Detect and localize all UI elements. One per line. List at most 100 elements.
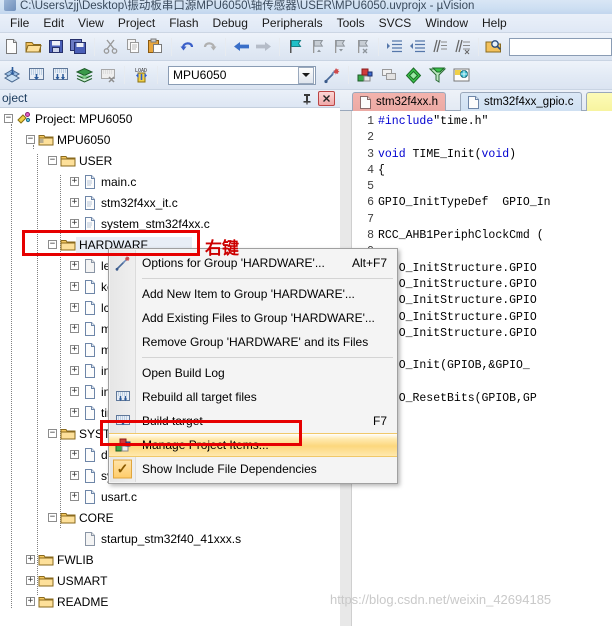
navigate-back-icon[interactable] bbox=[231, 36, 252, 58]
indent-right-icon[interactable] bbox=[384, 36, 405, 58]
save-icon[interactable] bbox=[46, 36, 67, 58]
expander-icon[interactable]: + bbox=[70, 303, 79, 312]
stop-build-icon[interactable] bbox=[97, 64, 119, 86]
tree-item-file-main-c[interactable]: + main.c bbox=[0, 171, 340, 192]
batch-build-icon[interactable] bbox=[73, 64, 95, 86]
bookmark-prev-icon[interactable] bbox=[308, 36, 329, 58]
expander-icon[interactable]: + bbox=[70, 177, 79, 186]
expander-icon[interactable]: − bbox=[48, 156, 57, 165]
copy-icon[interactable] bbox=[123, 36, 144, 58]
code-content[interactable]: #include"time.h" void TIME_Init(void){ G… bbox=[378, 114, 551, 456]
rebuild-icon bbox=[114, 388, 132, 406]
expander-icon[interactable]: + bbox=[70, 345, 79, 354]
save-all-icon[interactable] bbox=[69, 36, 90, 58]
folder-icon bbox=[38, 573, 54, 589]
expander-icon[interactable]: + bbox=[70, 198, 79, 207]
expander-icon[interactable]: + bbox=[26, 576, 35, 585]
menu-tools[interactable]: Tools bbox=[330, 14, 372, 32]
menu-debug[interactable]: Debug bbox=[206, 14, 255, 32]
uncomment-icon[interactable] bbox=[452, 36, 473, 58]
menu-window[interactable]: Window bbox=[418, 14, 475, 32]
context-menu[interactable]: Options for Group 'HARDWARE'... Alt+F7 A… bbox=[108, 248, 398, 484]
target-select[interactable]: MPU6050 bbox=[168, 65, 316, 85]
menu-file[interactable]: File bbox=[3, 14, 36, 32]
expander-icon[interactable]: + bbox=[70, 408, 79, 417]
indent-left-icon[interactable] bbox=[407, 36, 428, 58]
expander-icon[interactable]: − bbox=[48, 513, 57, 522]
tab-overflow[interactable] bbox=[586, 92, 612, 111]
navigate-forward-icon[interactable] bbox=[254, 36, 275, 58]
menuitem-options-for-group[interactable]: Options for Group 'HARDWARE'... Alt+F7 bbox=[109, 251, 397, 275]
expander-icon[interactable]: − bbox=[4, 114, 13, 123]
expander-icon[interactable]: − bbox=[48, 240, 57, 249]
find-in-files-icon[interactable] bbox=[484, 36, 505, 58]
configure-packs-icon[interactable] bbox=[450, 64, 472, 86]
expander-icon[interactable]: + bbox=[70, 324, 79, 333]
expander-icon[interactable]: + bbox=[70, 471, 79, 480]
tree-item-group-readme[interactable]: + README bbox=[0, 591, 340, 612]
expander-icon[interactable]: + bbox=[70, 261, 79, 270]
find-input[interactable] bbox=[509, 37, 612, 56]
pack-installer-icon[interactable] bbox=[402, 64, 424, 86]
menuitem-add-existing-files[interactable]: Add Existing Files to Group 'HARDWARE'..… bbox=[109, 306, 397, 330]
menu-project[interactable]: Project bbox=[111, 14, 162, 32]
pack-filter-icon[interactable] bbox=[426, 64, 448, 86]
expander-icon[interactable]: − bbox=[48, 429, 57, 438]
menu-edit[interactable]: Edit bbox=[36, 14, 71, 32]
comment-icon[interactable] bbox=[430, 36, 451, 58]
build-icon[interactable] bbox=[25, 64, 47, 86]
download-icon[interactable]: LOAD bbox=[130, 64, 152, 86]
tree-item-group-usmart[interactable]: + USMART bbox=[0, 570, 340, 591]
menu-peripherals[interactable]: Peripherals bbox=[255, 14, 330, 32]
expander-icon[interactable]: − bbox=[26, 135, 35, 144]
menu-help[interactable]: Help bbox=[475, 14, 514, 32]
expander-icon[interactable]: + bbox=[26, 555, 35, 564]
rebuild-icon[interactable] bbox=[49, 64, 71, 86]
menuitem-build-target[interactable]: Build target F7 bbox=[109, 409, 397, 433]
checkbox-checked-icon[interactable]: ✓ bbox=[113, 459, 132, 479]
tree-item-file-usart-c[interactable]: + usart.c bbox=[0, 486, 340, 507]
chevron-down-icon[interactable] bbox=[298, 66, 314, 84]
tree-item-file-system-stm32f4xx-c[interactable]: + system_stm32f4xx.c bbox=[0, 213, 340, 234]
tree-item-project-root[interactable]: − Project: MPU6050 bbox=[0, 108, 340, 129]
manage-multi-project-icon[interactable] bbox=[378, 64, 400, 86]
menuitem-show-include-file-dependencies[interactable]: ✓ Show Include File Dependencies bbox=[109, 457, 397, 481]
undo-icon[interactable] bbox=[177, 36, 198, 58]
tree-item-target-mpu6050[interactable]: − MPU6050 bbox=[0, 129, 340, 150]
expander-icon[interactable]: + bbox=[70, 282, 79, 291]
paste-icon[interactable] bbox=[145, 36, 166, 58]
cut-icon[interactable] bbox=[100, 36, 121, 58]
menu-svcs[interactable]: SVCS bbox=[372, 14, 419, 32]
menuitem-open-build-log[interactable]: Open Build Log bbox=[109, 361, 397, 385]
menu-flash[interactable]: Flash bbox=[162, 14, 205, 32]
tree-item-file-stm32f4xx-it-c[interactable]: + stm32f4xx_it.c bbox=[0, 192, 340, 213]
tree-item-group-core[interactable]: − CORE bbox=[0, 507, 340, 528]
menu-view[interactable]: View bbox=[71, 14, 111, 32]
expander-icon[interactable]: + bbox=[70, 450, 79, 459]
menuitem-manage-project-items[interactable]: Manage Project Items... bbox=[109, 433, 397, 457]
expander-icon[interactable]: + bbox=[70, 219, 79, 228]
tree-item-group-user[interactable]: − USER bbox=[0, 150, 340, 171]
expander-icon[interactable]: + bbox=[70, 387, 79, 396]
redo-icon[interactable] bbox=[200, 36, 221, 58]
menuitem-add-new-item[interactable]: Add New Item to Group 'HARDWARE'... bbox=[109, 282, 397, 306]
bookmark-next-icon[interactable] bbox=[330, 36, 351, 58]
new-file-icon[interactable] bbox=[1, 36, 22, 58]
close-icon[interactable] bbox=[318, 91, 335, 106]
manage-project-items-icon[interactable] bbox=[354, 64, 376, 86]
pin-icon[interactable] bbox=[300, 92, 314, 106]
target-options-icon[interactable] bbox=[321, 64, 343, 86]
bookmark-clear-icon[interactable] bbox=[353, 36, 374, 58]
expander-icon[interactable]: + bbox=[70, 492, 79, 501]
tab-stm32f4xx-h[interactable]: stm32f4xx.h bbox=[352, 92, 446, 111]
expander-icon[interactable]: + bbox=[70, 366, 79, 375]
translate-icon[interactable] bbox=[1, 64, 23, 86]
menuitem-remove-group[interactable]: Remove Group 'HARDWARE' and its Files bbox=[109, 330, 397, 354]
bookmark-toggle-icon[interactable] bbox=[285, 36, 306, 58]
expander-icon[interactable]: + bbox=[26, 597, 35, 606]
menuitem-rebuild-all-target-files[interactable]: Rebuild all target files bbox=[109, 385, 397, 409]
tree-item-file-startup-s[interactable]: startup_stm32f40_41xxx.s bbox=[0, 528, 340, 549]
tree-item-group-fwlib[interactable]: + FWLIB bbox=[0, 549, 340, 570]
open-file-icon[interactable] bbox=[24, 36, 45, 58]
tab-stm32f4xx-gpio-c[interactable]: stm32f4xx_gpio.c bbox=[460, 92, 582, 111]
